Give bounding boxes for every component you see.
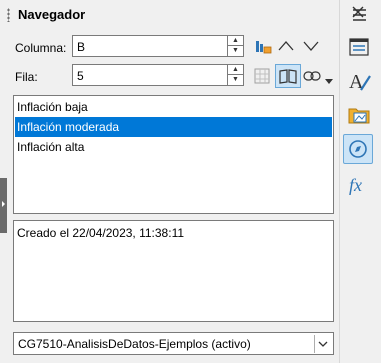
list-item-selected[interactable]: Inflación moderada: [15, 117, 332, 137]
menu-icon[interactable]: [353, 9, 367, 24]
columna-spinbox[interactable]: B ▲ ▼: [72, 35, 244, 57]
spin-up-icon[interactable]: ▲: [228, 65, 243, 75]
styles-icon: A: [349, 71, 371, 93]
list-item[interactable]: Inflación alta: [15, 137, 332, 157]
spin-down-icon[interactable]: ▼: [228, 75, 243, 84]
sidebar-divider: [339, 0, 340, 363]
tab-navigator[interactable]: [343, 134, 373, 164]
scenario-icon[interactable]: [254, 68, 270, 87]
data-range-icon: [256, 41, 272, 54]
columna-label: Columna:: [15, 41, 67, 55]
comment-text: Creado el 22/04/2023, 11:38:11: [17, 226, 185, 240]
sidebar-collapse-handle[interactable]: [0, 178, 7, 233]
tab-properties[interactable]: [344, 32, 374, 62]
gallery-icon: [348, 108, 370, 124]
columna-spin-buttons[interactable]: ▲ ▼: [227, 36, 243, 56]
chevron-down-icon[interactable]: [314, 335, 331, 353]
dropdown-arrow-icon[interactable]: [325, 74, 333, 88]
data-range-button[interactable]: [250, 34, 276, 58]
functions-icon: fx: [349, 175, 362, 195]
panel-title: Navegador: [18, 7, 86, 22]
title-bar: Navegador: [0, 0, 381, 30]
tab-gallery[interactable]: [344, 100, 374, 130]
list-item[interactable]: Inflación baja: [15, 97, 332, 117]
spin-up-icon[interactable]: ▲: [228, 36, 243, 46]
fila-label: Fila:: [15, 70, 38, 84]
svg-text:fx: fx: [349, 175, 362, 195]
properties-icon: [349, 38, 369, 56]
navigator-list[interactable]: Inflación baja Inflación moderada Inflac…: [13, 95, 334, 214]
grip-icon[interactable]: [7, 8, 10, 22]
tab-styles[interactable]: A: [344, 66, 374, 96]
document-select-value: CG7510-AnalisisDeDatos-Ejemplos (activo): [18, 337, 251, 351]
comment-box[interactable]: Creado el 22/04/2023, 11:38:11: [13, 220, 334, 322]
fila-spin-buttons[interactable]: ▲ ▼: [227, 65, 243, 85]
tab-functions[interactable]: fx: [344, 170, 374, 200]
book-icon: [279, 69, 297, 84]
arrow-down-icon[interactable]: [303, 40, 319, 55]
document-select[interactable]: CG7510-AnalisisDeDatos-Ejemplos (activo): [13, 332, 334, 355]
fila-value: 5: [77, 69, 84, 83]
columna-value: B: [77, 40, 86, 54]
fila-spinbox[interactable]: 5 ▲ ▼: [72, 64, 244, 86]
arrow-up-icon[interactable]: [278, 40, 294, 55]
link-icon[interactable]: [303, 70, 321, 85]
spin-down-icon[interactable]: ▼: [228, 46, 243, 55]
navigator-icon: [349, 140, 367, 158]
book-button[interactable]: [275, 64, 301, 88]
